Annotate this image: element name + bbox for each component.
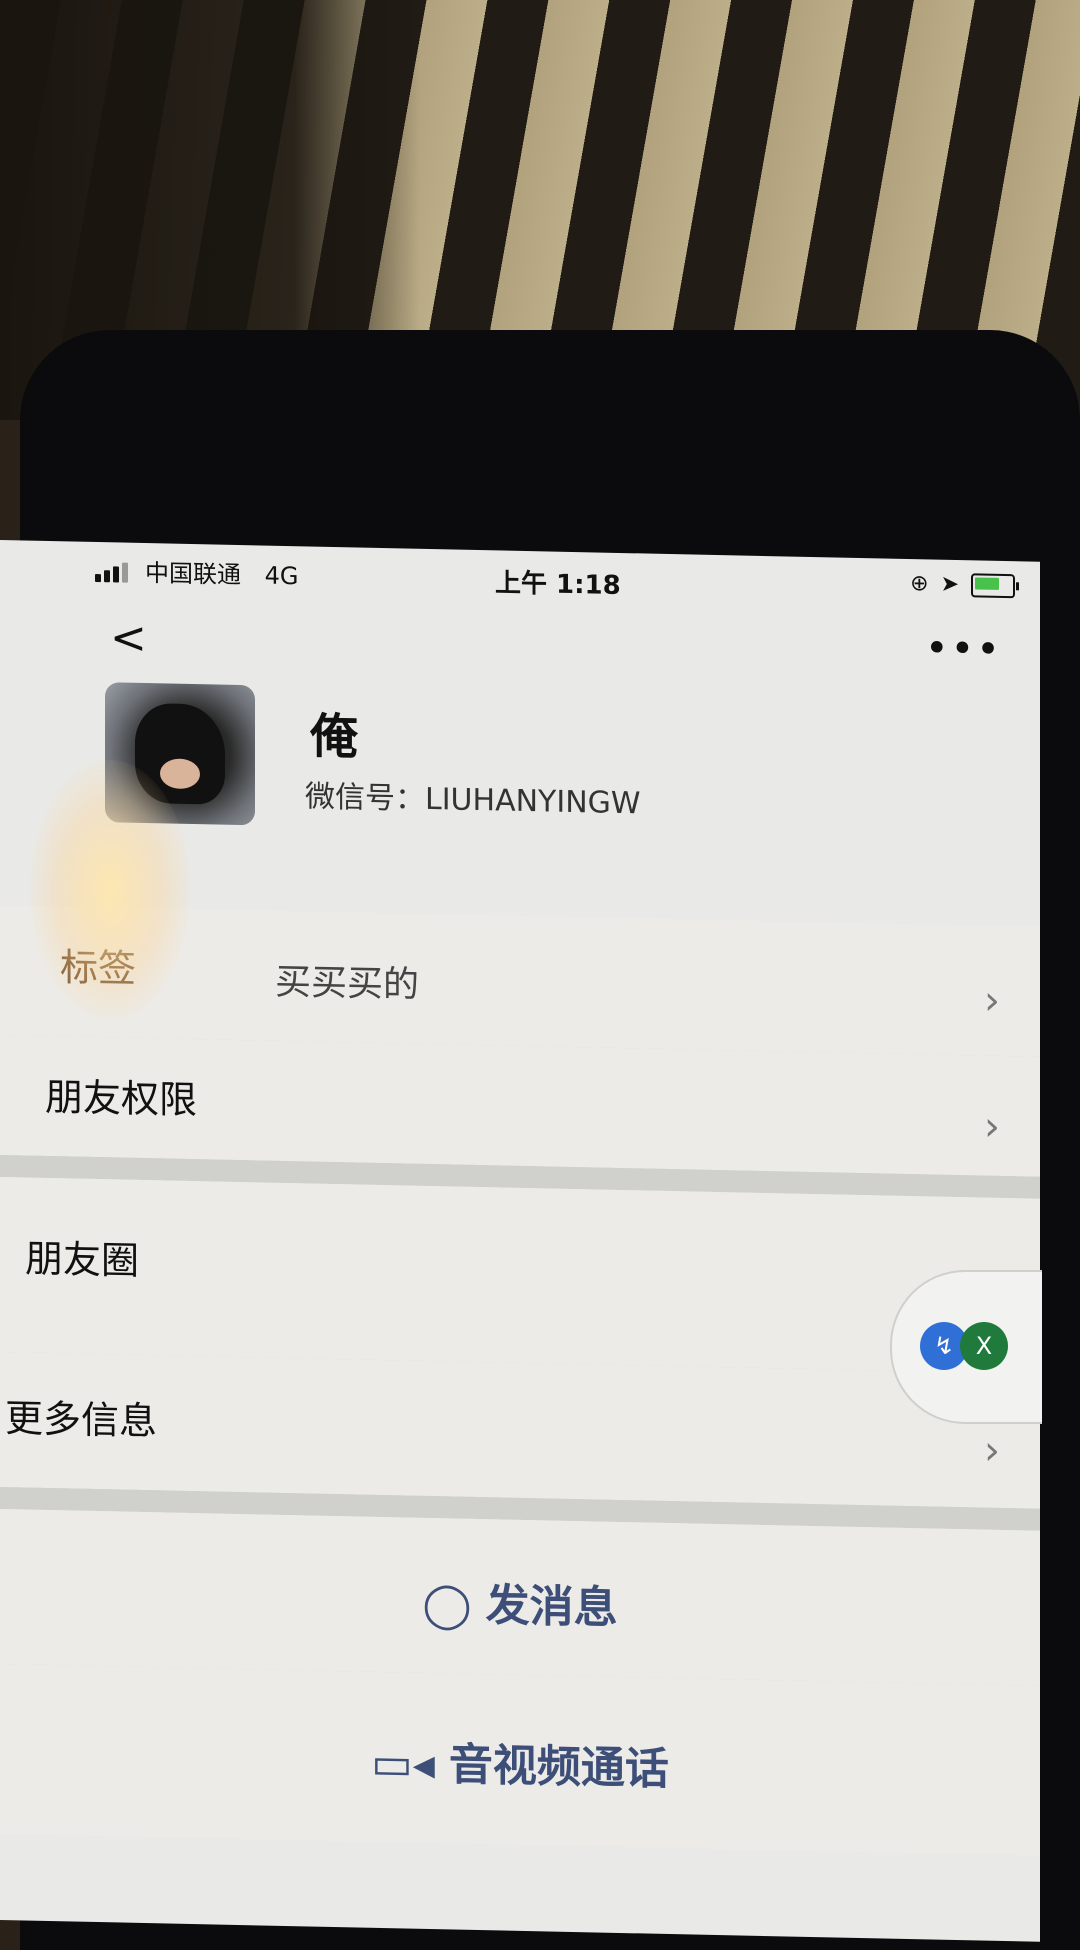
rotation-lock-icon: ⊕ (910, 571, 929, 597)
tags-row[interactable]: 标签 买买买的 › (0, 905, 1040, 1058)
more-horizontal-icon: ••• (925, 625, 1002, 673)
signal-icon (95, 560, 135, 583)
send-message-row[interactable]: ◯ 发消息 (0, 1509, 1040, 1687)
avatar-figure (135, 702, 225, 805)
more-info-row[interactable]: 更多信息 › (0, 1352, 1040, 1510)
status-time: 上午 1:18 (495, 568, 621, 602)
back-button[interactable]: < (110, 612, 147, 664)
network-type: 4G (264, 561, 299, 591)
status-icons: ⊕ ➤ (910, 571, 1015, 598)
friend-permissions-row[interactable]: 朋友权限 › (0, 1035, 1040, 1178)
moments-row[interactable]: 朋友圈 (0, 1177, 1040, 1375)
friend-permissions-label: 朋友权限 (45, 1074, 198, 1123)
location-icon: ➤ (940, 571, 959, 598)
more-info-label: 更多信息 (5, 1396, 158, 1444)
send-message-label: 发消息 (485, 1580, 618, 1634)
chevron-left-icon: < (110, 612, 147, 665)
wechat-id: 微信号：LIUHANYINGW (305, 779, 641, 822)
video-camera-icon: ▭◂ (371, 1737, 435, 1791)
tags-label: 标签 (60, 945, 137, 991)
carrier-info: 中国联通 4G (145, 553, 299, 591)
floating-window-bubble[interactable]: ↯ X (890, 1270, 1042, 1424)
more-button[interactable]: ••• (925, 625, 1002, 673)
tags-value: 买买买的 (275, 961, 420, 1006)
video-call-button[interactable]: ▭◂ 音视频通话 (0, 1719, 1040, 1805)
avatar-detail (160, 758, 200, 790)
carrier-name: 中国联通 (145, 559, 241, 590)
chevron-right-icon: › (984, 977, 1000, 1024)
video-call-row[interactable]: ▭◂ 音视频通话 (0, 1664, 1040, 1856)
video-call-label: 音视频通话 (448, 1739, 669, 1796)
profile-nickname: 俺 (310, 708, 359, 766)
moments-label: 朋友圈 (25, 1236, 140, 1283)
chevron-right-icon: › (984, 1103, 1000, 1150)
chat-bubble-icon: ◯ (422, 1578, 472, 1631)
phone-screen: 中国联通 4G 上午 1:18 ⊕ ➤ < ••• 俺 微信号：LIUHANYI… (0, 540, 1040, 1942)
excel-icon: X (960, 1322, 1008, 1370)
avatar[interactable] (105, 682, 255, 826)
send-message-button[interactable]: ◯ 发消息 (0, 1559, 1040, 1645)
chevron-right-icon: › (984, 1427, 1000, 1474)
battery-icon (971, 572, 1015, 598)
